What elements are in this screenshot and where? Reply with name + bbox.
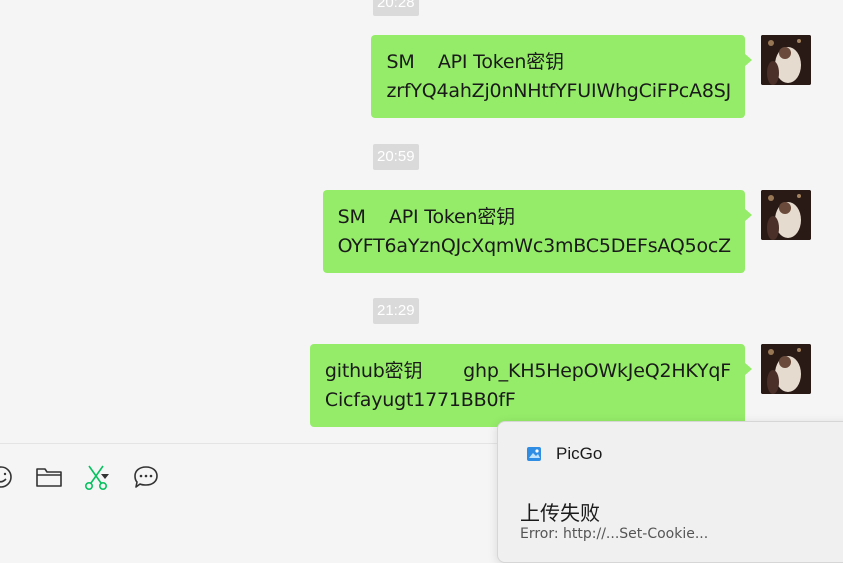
message-bubble[interactable]: SM API Token密钥 OYFT6aYznQJcXqmWc3mBC5DEF… xyxy=(322,190,753,273)
timestamp: 20:59 xyxy=(373,144,419,170)
message-bubble[interactable]: SM API Token密钥 zrfYQ4ahZj0nNHtfYFUIWhgCi… xyxy=(371,35,752,118)
avatar[interactable] xyxy=(761,35,811,85)
message-row: SM API Token密钥 zrfYQ4ahZj0nNHtfYFUIWhgCi… xyxy=(371,35,811,118)
file-button[interactable] xyxy=(34,462,64,492)
chat-history[interactable]: 20:28 SM API Token密钥 zrfYQ4ahZj0nNHtfYFU… xyxy=(0,0,843,443)
emoji-icon xyxy=(0,466,12,488)
message-row: github密钥 ghp_KH5HepOWkJeQ2HKYqF Cicfayug… xyxy=(309,344,811,427)
emoji-button[interactable] xyxy=(0,462,16,492)
picgo-icon xyxy=(527,447,541,461)
notification-body: Error: http://...Set-Cookie... xyxy=(520,526,709,542)
notification-title: 上传失败 xyxy=(520,501,600,525)
notification-app: PicGo xyxy=(526,444,602,464)
avatar[interactable] xyxy=(761,344,811,394)
timestamp: 21:29 xyxy=(373,298,419,324)
picgo-notification[interactable]: PicGo 上传失败 Error: http://...Set-Cookie..… xyxy=(497,421,843,563)
folder-icon xyxy=(36,468,62,487)
chat-bubble-icon xyxy=(134,466,158,488)
timestamp: 20:28 xyxy=(373,0,419,16)
message-bubble[interactable]: github密钥 ghp_KH5HepOWkJeQ2HKYqF Cicfayug… xyxy=(309,344,753,427)
notification-app-name: PicGo xyxy=(556,444,603,463)
message-row: SM API Token密钥 OYFT6aYznQJcXqmWc3mBC5DEF… xyxy=(322,190,811,273)
screenshot-options-button[interactable] xyxy=(98,462,112,492)
chat-history-button[interactable] xyxy=(131,462,161,492)
avatar[interactable] xyxy=(761,190,811,240)
chevron-down-icon xyxy=(101,474,109,479)
